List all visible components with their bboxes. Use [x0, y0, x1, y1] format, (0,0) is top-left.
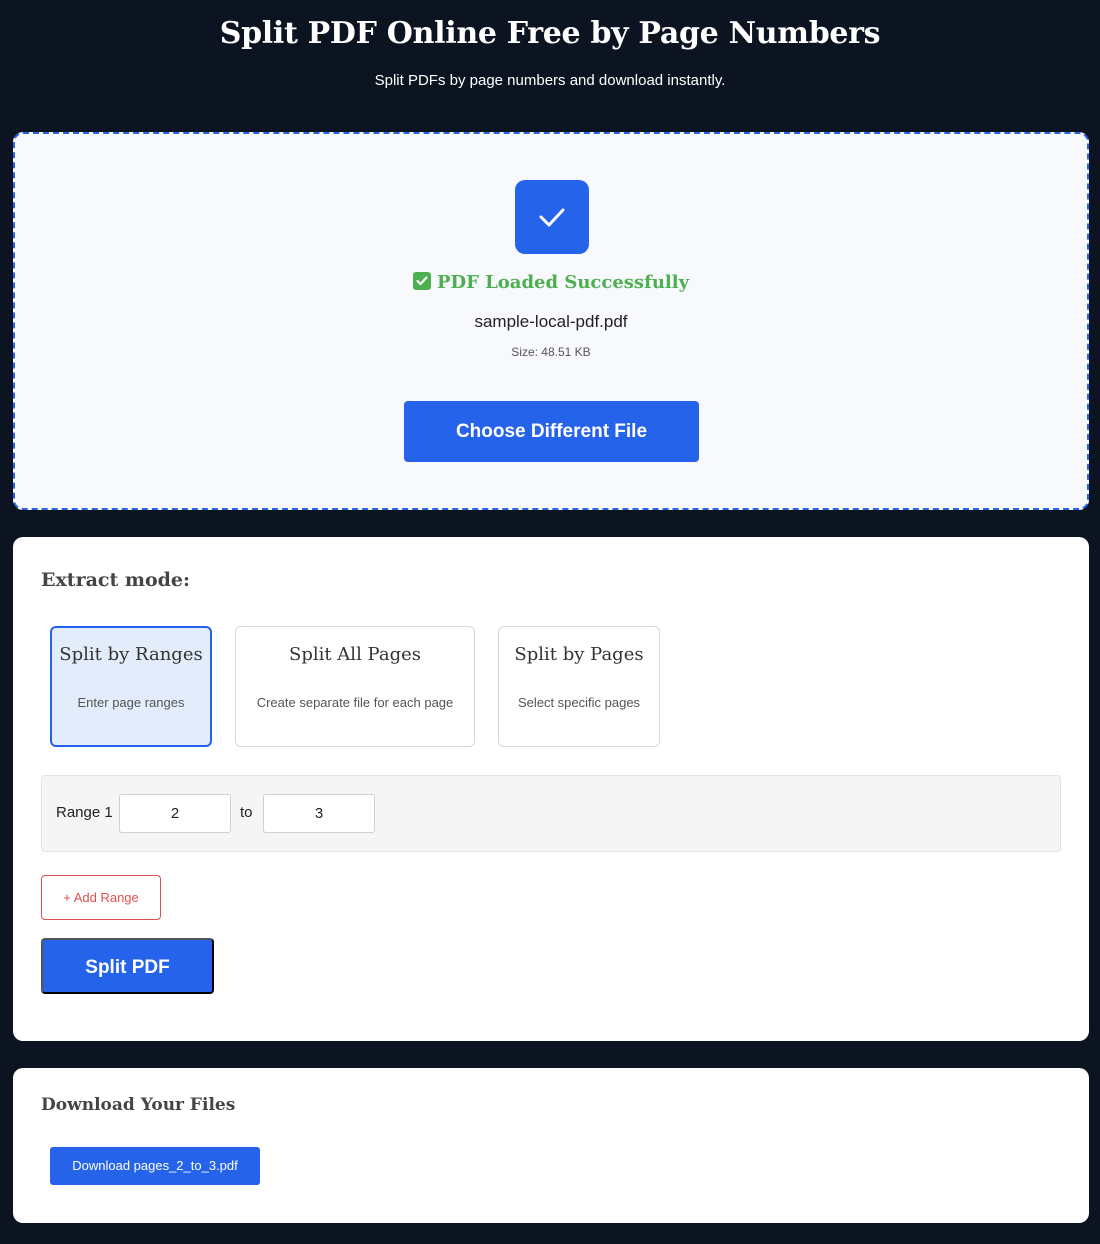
- range-to-label: to: [240, 804, 253, 821]
- range-label: Range 1: [56, 804, 113, 821]
- file-name: sample-local-pdf.pdf: [474, 312, 628, 331]
- range-start-input[interactable]: 2: [119, 794, 231, 833]
- mode-title: Split by Ranges: [59, 644, 203, 665]
- mode-description: Enter page ranges: [77, 695, 185, 710]
- range-end-input[interactable]: 3: [263, 794, 375, 833]
- mode-split-by-ranges[interactable]: Split by Ranges Enter page ranges: [50, 626, 212, 747]
- choose-different-file-button[interactable]: Choose Different File: [404, 401, 699, 462]
- mode-split-all-pages[interactable]: Split All Pages Create separate file for…: [235, 626, 475, 747]
- add-range-button[interactable]: + Add Range: [41, 875, 161, 920]
- mode-description: Select specific pages: [517, 695, 641, 710]
- extract-mode-heading: Extract mode:: [41, 569, 191, 591]
- range-row: Range 1 2 to 3: [41, 775, 1061, 852]
- mode-title: Split by Pages: [514, 644, 644, 665]
- file-size: Size: 48.51 KB: [511, 345, 591, 359]
- check-box-icon: [412, 272, 431, 290]
- page-subtitle: Split PDFs by page numbers and download …: [374, 72, 726, 89]
- mode-split-by-pages[interactable]: Split by Pages Select specific pages: [498, 626, 660, 747]
- download-heading: Download Your Files: [41, 1095, 236, 1115]
- page-title: Split PDF Online Free by Page Numbers: [219, 16, 881, 51]
- download-panel: Download Your Files Download pages_2_to_…: [13, 1068, 1089, 1223]
- extract-mode-panel: Extract mode: Split by Ranges Enter page…: [13, 537, 1089, 1041]
- upload-status: PDF Loaded Successfully: [15, 272, 1087, 293]
- split-pdf-button[interactable]: Split PDF: [41, 938, 214, 994]
- download-file-link[interactable]: Download pages_2_to_3.pdf: [50, 1147, 260, 1185]
- upload-status-text: PDF Loaded Successfully: [436, 272, 690, 293]
- mode-description: Create separate file for each page: [256, 695, 454, 710]
- checkmark-icon: [515, 180, 589, 254]
- upload-dropzone[interactable]: PDF Loaded Successfully sample-local-pdf…: [13, 132, 1089, 510]
- mode-title: Split All Pages: [288, 644, 421, 665]
